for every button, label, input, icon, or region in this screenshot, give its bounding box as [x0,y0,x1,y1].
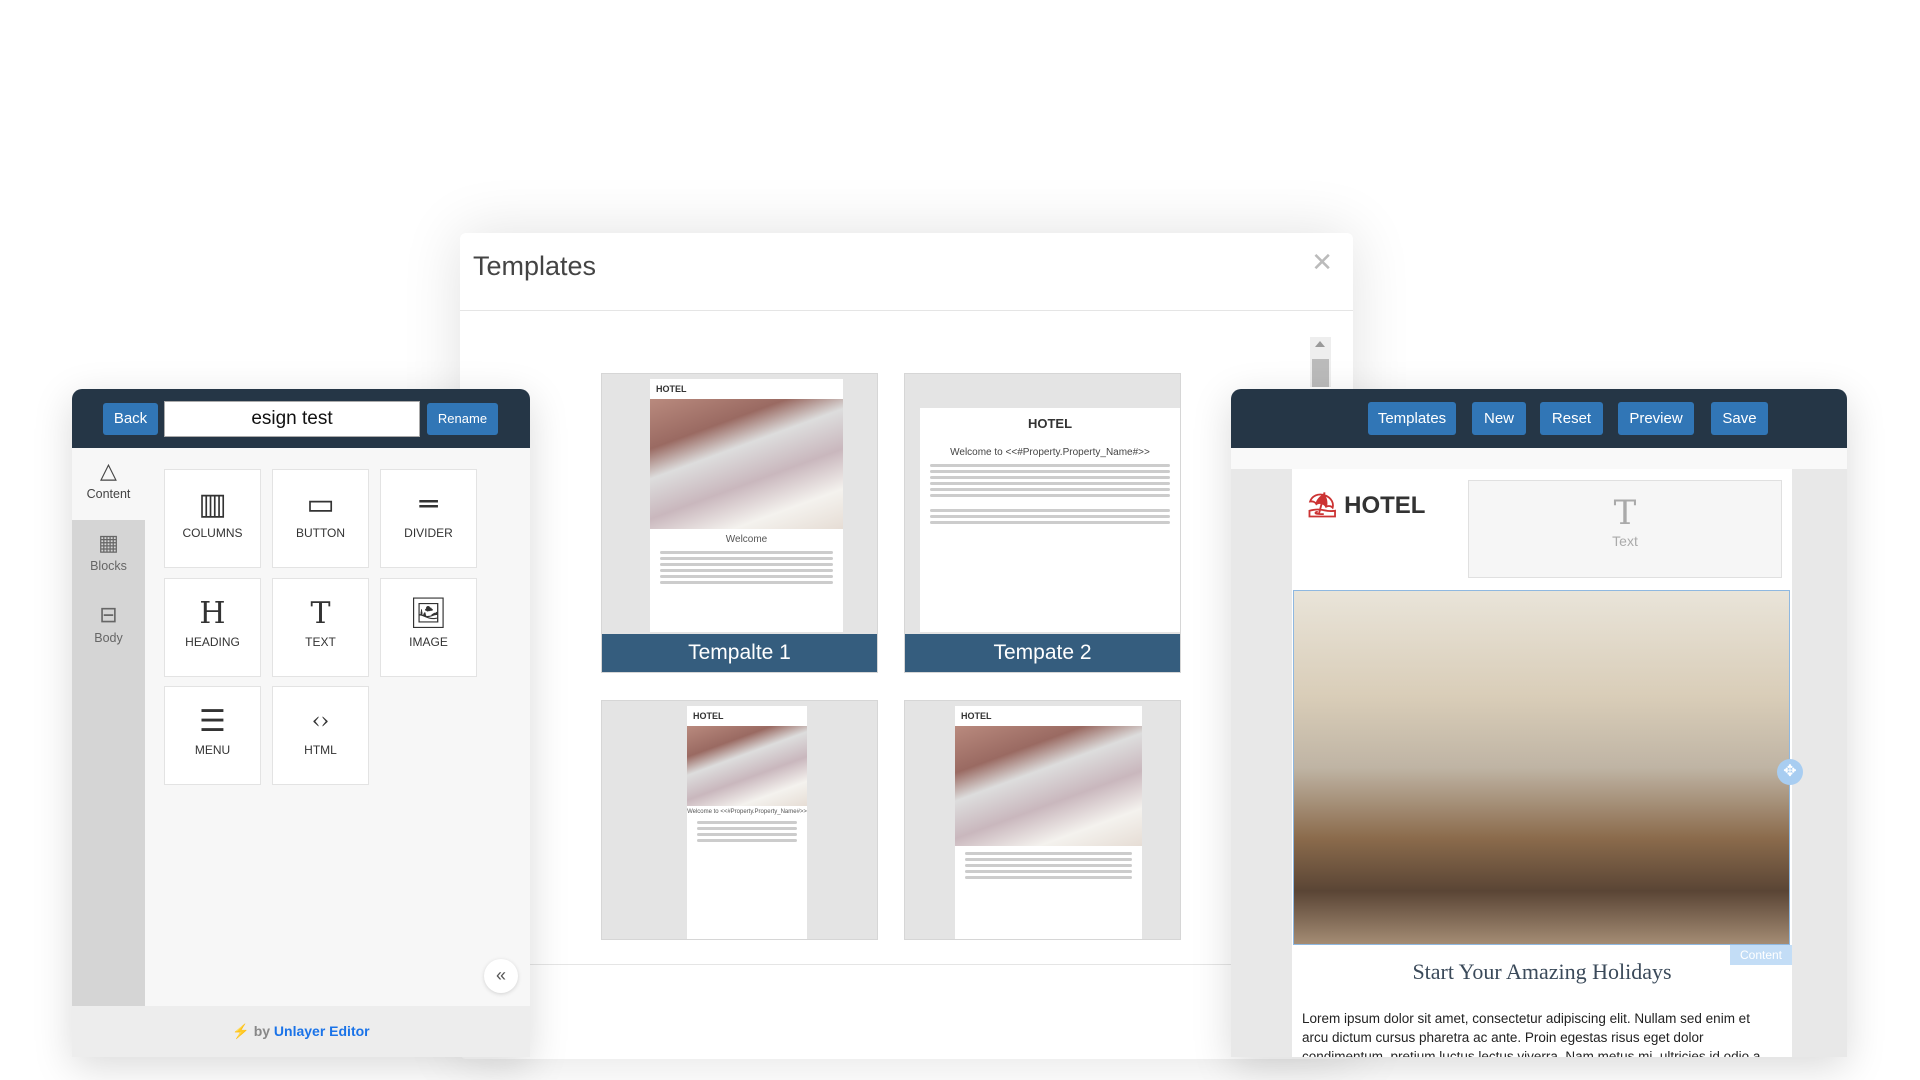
tool-html[interactable]: ‹› HTML [272,686,369,785]
tool-label: DIVIDER [404,526,453,540]
tab-blocks[interactable]: ▦ Blocks [72,520,145,592]
template-card-3[interactable]: HOTEL Welcome to <<#Property.Property_Na… [601,700,878,940]
hotel-logo[interactable]: ⛱ HOTEL [1307,491,1425,520]
tool-label: HTML [304,743,337,757]
divider-icon: ═ [419,487,438,522]
html-icon: ‹› [311,709,330,734]
tool-text[interactable]: T TEXT [272,578,369,677]
sidebar-tabs: △ Content ▦ Blocks ⊟ Body [72,448,145,1006]
save-button[interactable]: Save [1711,402,1768,435]
footer-by: by [253,1023,271,1039]
tool-button[interactable]: ▭ BUTTON [272,469,369,568]
tab-body[interactable]: ⊟ Body [72,592,145,664]
tab-label: Blocks [90,559,127,573]
bolt-icon: ⚡ [232,1023,250,1039]
reset-button[interactable]: Reset [1540,402,1603,435]
template-label: Tempalte 1 [602,634,877,672]
collapse-panel-button[interactable]: « [484,959,518,993]
template-photo [955,726,1142,846]
tool-divider[interactable]: ═ DIVIDER [380,469,477,568]
tab-content[interactable]: △ Content [72,448,145,520]
brand: HOTEL [1344,492,1426,519]
hotel-room-image[interactable]: ✥ [1293,590,1803,945]
text-icon: T [1613,493,1637,533]
template-brand: HOTEL [961,711,992,721]
close-icon[interactable]: ✕ [1311,247,1333,278]
rename-button[interactable]: Rename [427,403,498,435]
tool-label: HEADING [185,635,240,649]
button-icon: ▭ [306,487,335,522]
shapes-icon: △ [100,458,117,483]
design-name-input[interactable]: esign test [164,401,420,437]
tool-label: MENU [194,743,231,757]
placeholder-label: Text [1612,533,1638,549]
template-brand: HOTEL [656,384,687,394]
editor-toolbar: Templates New Reset Preview Save [1231,389,1847,448]
template-card-4[interactable]: HOTEL [904,700,1181,940]
preview-button[interactable]: Preview [1618,402,1694,435]
new-button[interactable]: New [1472,402,1526,435]
divider [460,310,1353,311]
tool-menu[interactable]: ☰ MENU [164,686,261,785]
back-button[interactable]: Back [103,403,158,435]
email-body: ⛱ HOTEL T Text ✥ Content Start Your Amaz… [1292,469,1803,1057]
text-icon: T [310,596,331,631]
tool-label: TEXT [305,635,336,649]
modal-title: Templates [473,251,597,281]
editor-header: Back esign test Rename [72,389,530,448]
template-card-1[interactable]: HOTEL Welcome Tempalte 1 [601,373,878,673]
email-paragraph[interactable]: Lorem ipsum dolor sit amet, consectetur … [1302,1009,1778,1057]
template-photo [687,726,807,806]
editor-tools-panel: Back esign test Rename △ Content ▦ Blocks … [72,389,530,1057]
tab-label: Content [86,487,131,501]
footer: ⚡ by Unlayer Editor [72,1006,530,1057]
layout-icon: ⊟ [99,602,118,627]
template-label: Tempate 2 [905,634,1180,672]
unlayer-link[interactable]: Unlayer Editor [274,1023,370,1039]
umbrella-icon: ⛱ [1307,492,1338,519]
menu-icon: ☰ [199,704,226,739]
template-brand: HOTEL [1027,416,1073,431]
image-icon: 🖼 [409,596,448,631]
template-heading: Welcome to <<#Property.Property_Name#>> [950,447,1150,458]
tool-image[interactable]: 🖼 IMAGE [380,578,477,677]
templates-button[interactable]: Templates [1368,402,1456,435]
tool-columns[interactable]: ▥ COLUMNS [164,469,261,568]
template-photo [650,399,843,529]
blocks-icon: ▦ [98,530,119,555]
tool-label: IMAGE [409,635,448,649]
template-brand: HOTEL [693,711,724,721]
heading-icon: H [199,596,226,631]
scrollbar[interactable] [1310,337,1331,387]
tool-label: BUTTON [295,526,346,540]
columns-icon: ▥ [198,487,227,522]
move-icon[interactable]: ✥ [1777,759,1803,785]
email-canvas-panel: Templates New Reset Preview Save ⛱ HOTEL… [1231,389,1847,1057]
template-card-2[interactable]: HOTEL Welcome to <<#Property.Property_Na… [904,373,1181,673]
email-heading[interactable]: Start Your Amazing Holidays [1292,959,1792,985]
templates-modal: Templates ✕ HOTEL Welcome Tempalte 1 HOT… [460,233,1353,1059]
divider [530,964,1353,965]
text-block-placeholder[interactable]: T Text [1468,480,1782,578]
tool-label: COLUMNS [182,526,243,540]
template-heading: Welcome [725,534,768,545]
template-heading: Welcome to <<#Property.Property_Name#>> [687,809,807,815]
tool-heading[interactable]: H HEADING [164,578,261,677]
tab-label: Body [94,631,123,645]
